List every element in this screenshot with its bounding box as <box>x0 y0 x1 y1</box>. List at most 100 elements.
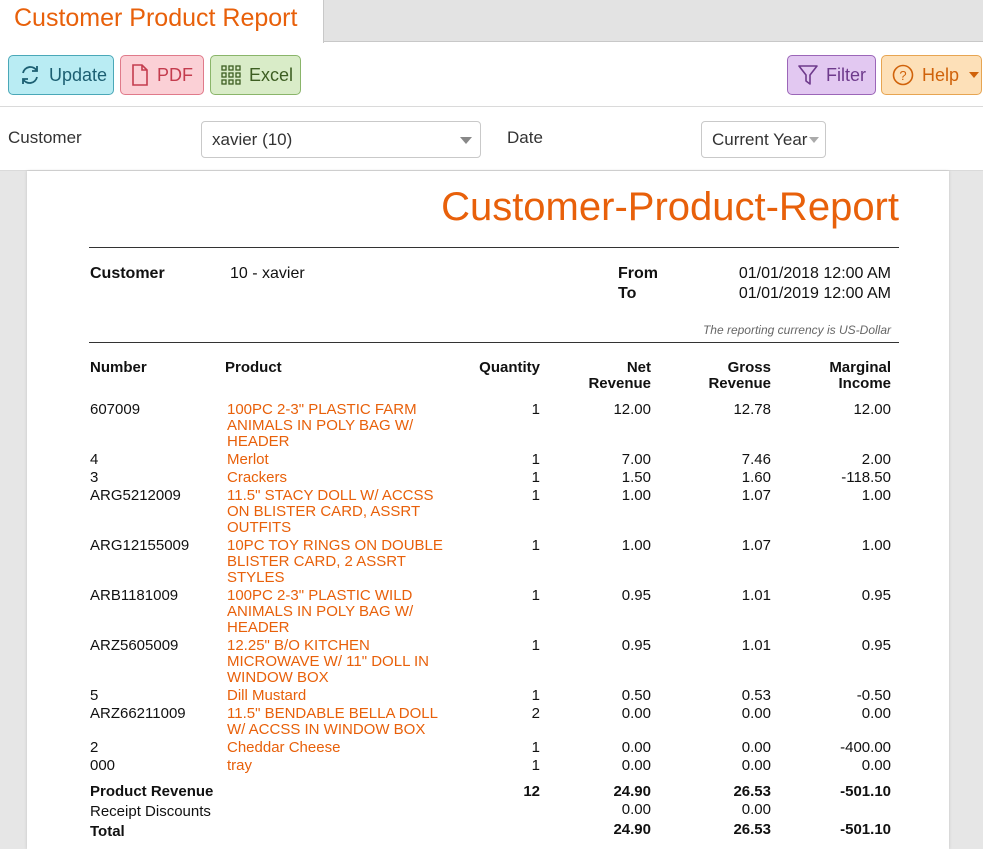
col-marg-line1: Marginal <box>829 359 891 376</box>
cell-net-revenue: 0.00 <box>621 705 651 722</box>
cell-product[interactable]: Dill Mustard <box>227 688 457 704</box>
header-rule <box>89 247 899 248</box>
cell-quantity: 1 <box>531 757 540 774</box>
cell-product[interactable]: Merlot <box>227 452 457 468</box>
cell-product[interactable]: Cheddar Cheese <box>227 740 457 756</box>
cell-net-revenue: 1.00 <box>621 487 651 504</box>
customer-select-value: xavier (10) <box>212 130 293 149</box>
report-title: Customer-Product-Report <box>441 185 899 229</box>
cell-number: 4 <box>90 451 99 468</box>
cell-marginal-income: -0.50 <box>856 687 891 704</box>
customer-select[interactable]: xavier (10) <box>201 121 481 158</box>
customer-label: Customer <box>8 128 82 147</box>
col-product: Product <box>225 359 282 376</box>
cell-quantity: 1 <box>531 487 540 504</box>
chevron-down-icon <box>460 137 472 144</box>
currency-note: The reporting currency is US-Dollar <box>702 323 891 337</box>
cell-product[interactable]: 11.5" STACY DOLL W/ ACCSS ON BLISTER CAR… <box>227 488 457 536</box>
cell-quantity: 1 <box>531 401 540 418</box>
chevron-down-icon <box>809 137 819 143</box>
tab-customer-product-report[interactable]: Customer Product Report <box>0 0 324 43</box>
cell-quantity: 1 <box>531 739 540 756</box>
cell-number: 607009 <box>90 401 141 418</box>
to-label: To <box>618 285 637 302</box>
cell-product[interactable]: 100PC 2-3" PLASTIC WILD ANIMALS IN POLY … <box>227 588 457 636</box>
total-label: Total <box>90 823 125 840</box>
to-value: 01/01/2019 12:00 AM <box>738 285 891 302</box>
cell-marginal-income: -400.00 <box>840 739 891 756</box>
cell-marginal-income: 2.00 <box>861 451 891 468</box>
cell-net-revenue: 0.95 <box>621 637 651 654</box>
cell-product[interactable]: 10PC TOY RINGS ON DOUBLE BLISTER CARD, 2… <box>227 538 457 586</box>
cell-product[interactable]: 12.25" B/O KITCHEN MICROWAVE W/ 11" DOLL… <box>227 638 457 686</box>
file-icon <box>132 64 148 86</box>
tab-title: Customer Product Report <box>14 4 298 32</box>
cell-gross-revenue: 0.00 <box>741 705 771 722</box>
cell-number: ARZ5605009 <box>90 637 179 654</box>
total-gross: 26.53 <box>733 821 771 838</box>
report-customer-label: Customer <box>90 265 165 282</box>
help-label: Help <box>922 64 960 85</box>
cell-gross-revenue: 0.53 <box>741 687 771 704</box>
help-button[interactable]: ? Help <box>881 55 982 95</box>
cell-net-revenue: 1.50 <box>621 469 651 486</box>
receipt-discounts-gross: 0.00 <box>741 801 771 818</box>
cell-number: 3 <box>90 469 99 486</box>
cell-marginal-income: 1.00 <box>861 487 891 504</box>
date-label: Date <box>507 128 543 147</box>
cell-number: ARB1181009 <box>90 587 179 604</box>
cell-gross-revenue: 1.07 <box>741 487 771 504</box>
cell-product[interactable]: 100PC 2-3" PLASTIC FARM ANIMALS IN POLY … <box>227 402 457 450</box>
excel-button[interactable]: Excel <box>210 55 301 95</box>
cell-product[interactable]: Crackers <box>227 470 457 486</box>
col-number: Number <box>90 359 147 376</box>
cell-gross-revenue: 0.00 <box>741 739 771 756</box>
cell-gross-revenue: 12.78 <box>733 401 771 418</box>
product-revenue-marginal: -501.10 <box>840 783 891 800</box>
col-net-line2: Revenue <box>588 375 651 392</box>
cell-marginal-income: 12.00 <box>853 401 891 418</box>
product-revenue-label: Product Revenue <box>90 783 214 800</box>
col-gross-line2: Revenue <box>708 375 771 392</box>
cell-marginal-income: 0.00 <box>861 757 891 774</box>
cell-gross-revenue: 1.01 <box>741 637 771 654</box>
cell-gross-revenue: 7.46 <box>741 451 771 468</box>
update-button[interactable]: Update <box>8 55 114 95</box>
caret-down-icon <box>969 72 980 78</box>
total-net: 24.90 <box>613 821 651 838</box>
product-revenue-qty: 12 <box>523 783 540 800</box>
cell-marginal-income: 0.95 <box>861 587 891 604</box>
col-marginal-income: Marginal Income <box>829 360 891 392</box>
col-net-revenue: Net Revenue <box>588 360 651 392</box>
cell-number: 000 <box>90 757 116 774</box>
cell-marginal-income: 0.00 <box>861 705 891 722</box>
cell-product[interactable]: 11.5" BENDABLE BELLA DOLL W/ ACCSS IN WI… <box>227 706 457 738</box>
cell-net-revenue: 0.00 <box>621 739 651 756</box>
cell-gross-revenue: 0.00 <box>741 757 771 774</box>
col-net-line1: Net <box>626 359 651 376</box>
filter-label: Filter <box>826 64 866 85</box>
receipt-discounts-label: Receipt Discounts <box>90 803 211 820</box>
excel-label: Excel <box>249 64 294 85</box>
pdf-button[interactable]: PDF <box>120 55 204 95</box>
from-label: From <box>618 265 658 282</box>
refresh-icon <box>22 66 38 84</box>
cell-product[interactable]: tray <box>227 758 457 774</box>
cell-number: ARG5212009 <box>90 487 181 504</box>
total-marginal: -501.10 <box>840 821 891 838</box>
date-select[interactable]: Current Year <box>701 121 826 158</box>
filter-button[interactable]: Filter <box>787 55 876 95</box>
col-marg-line2: Income <box>838 375 891 392</box>
cell-marginal-income: 0.95 <box>861 637 891 654</box>
date-select-value: Current Year <box>712 130 808 149</box>
update-label: Update <box>49 64 108 85</box>
cell-quantity: 1 <box>531 451 540 468</box>
cell-quantity: 1 <box>531 687 540 704</box>
table-rule <box>89 342 899 343</box>
cell-marginal-income: 1.00 <box>861 537 891 554</box>
col-gross-revenue: Gross Revenue <box>708 360 771 392</box>
toolbar-divider <box>0 106 983 107</box>
cell-net-revenue: 7.00 <box>621 451 651 468</box>
cell-quantity: 1 <box>531 537 540 554</box>
svg-text:?: ? <box>899 68 906 83</box>
